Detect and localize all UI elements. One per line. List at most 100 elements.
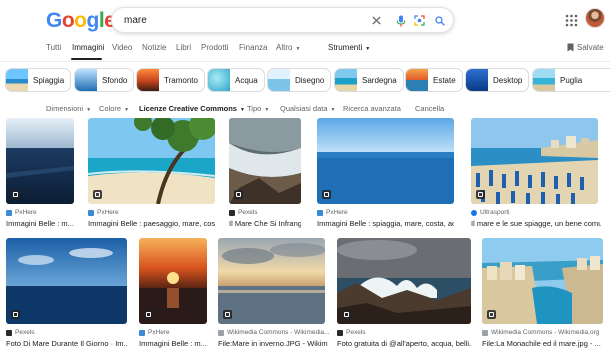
tab-tutti[interactable]: Tutti (46, 43, 61, 52)
result-caption[interactable]: Immagini Belle : paesaggio, mare, cos... (88, 219, 215, 228)
source-favicon-icon (218, 329, 224, 336)
source-label: PxHere (148, 329, 170, 336)
camera-lens-icon[interactable] (412, 13, 427, 28)
result-source[interactable]: PxHere (139, 329, 170, 336)
filter-label: Tipo (247, 104, 262, 113)
google-logo[interactable]: Google (46, 9, 116, 33)
source-label: Wikimedia Commons - Wikimedia... (227, 329, 330, 336)
chip-tramonto[interactable]: Tramonto (136, 68, 205, 92)
result-source[interactable]: Pexels (337, 329, 366, 336)
image-badge-icon (11, 310, 20, 319)
result-image[interactable] (6, 238, 127, 324)
avatar[interactable] (585, 8, 605, 28)
result-caption[interactable]: Foto Di Mare Durante Il Giorno · Im... (6, 339, 127, 348)
logo-letter: G (46, 9, 62, 32)
result-caption[interactable]: Foto gratuita di @all'aperto, acqua, bel… (337, 339, 471, 348)
filter-data[interactable]: Qualsiasi data ▼ (280, 104, 335, 113)
result-source[interactable]: Pexels (6, 329, 35, 336)
chip-label: Desktop (493, 75, 523, 85)
filter-label: Dimensioni (46, 104, 84, 113)
result-caption[interactable]: Immagini Belle : m... (139, 339, 207, 348)
result-image[interactable] (337, 238, 471, 324)
source-favicon-icon (471, 209, 477, 216)
filter-dimensioni[interactable]: Dimensioni ▼ (46, 104, 91, 113)
result-image[interactable] (139, 238, 207, 324)
source-label: Wikimedia Commons - Wikimedia.org (491, 329, 600, 336)
chip-label: Disegno (295, 75, 325, 85)
chip-label: Estate (433, 75, 456, 85)
result-image[interactable] (6, 118, 74, 204)
chip-sardegna[interactable]: Sardegna (334, 68, 404, 92)
result-source[interactable]: Wikimedia Commons - Wikimedia... (218, 329, 330, 336)
clear-icon[interactable] (369, 13, 384, 28)
microphone-icon[interactable] (393, 13, 408, 28)
result-caption[interactable]: Il mare e le sue spiagge, un bene comu..… (471, 219, 601, 228)
source-label: Ultrasporti (480, 209, 510, 216)
result-image[interactable] (317, 118, 454, 204)
chip-desktop[interactable]: Desktop (465, 68, 530, 92)
result-source[interactable]: PxHere (317, 209, 348, 216)
result-caption[interactable]: File:La Monachile ed il mare.jpg - ... (482, 339, 606, 348)
tab-libri[interactable]: Libri (176, 43, 191, 52)
filter-licenze[interactable]: Licenze Creative Commons ▼ (139, 104, 245, 113)
result-source[interactable]: PxHere (88, 209, 119, 216)
chip-estate[interactable]: Estate (405, 68, 463, 92)
source-favicon-icon (6, 329, 12, 336)
filter-colore[interactable]: Colore ▼ (99, 104, 129, 113)
result-source[interactable]: Ultrasporti (471, 209, 510, 216)
result-caption[interactable]: File:Mare in inverno.JPG - Wikimedia... (218, 339, 328, 348)
chip-sfondo[interactable]: Sfondo (74, 68, 135, 92)
tools-menu[interactable]: Strumenti ▼ (328, 43, 370, 52)
chip-thumbnail (335, 69, 357, 91)
result-image[interactable] (482, 238, 603, 324)
source-favicon-icon (317, 209, 323, 216)
search-icon[interactable] (432, 13, 447, 28)
saved-link[interactable]: Salvate (567, 43, 604, 52)
chevron-down-icon: ▼ (295, 46, 301, 52)
result-image[interactable] (88, 118, 215, 204)
tab-altro-label: Altro (276, 43, 293, 52)
chip-thumbnail (466, 69, 488, 91)
result-source[interactable]: Pexels (229, 209, 258, 216)
chevron-down-icon: ▼ (239, 107, 245, 113)
source-favicon-icon (6, 209, 12, 216)
filter-tipo[interactable]: Tipo ▼ (247, 104, 269, 113)
chip-thumbnail (268, 69, 290, 91)
source-label: PxHere (326, 209, 348, 216)
tab-notizie[interactable]: Notizie (142, 43, 166, 52)
chip-puglia[interactable]: Puglia (532, 68, 610, 92)
result-image[interactable] (471, 118, 598, 204)
logo-letter: o (61, 9, 75, 32)
advanced-search-link[interactable]: Ricerca avanzata (343, 104, 401, 113)
chevron-down-icon: ▼ (86, 107, 92, 113)
search-box (111, 7, 454, 33)
chip-label: Tramonto (164, 75, 198, 85)
result-caption[interactable]: Immagini Belle : m... (6, 219, 74, 228)
chip-disegno[interactable]: Disegno (267, 68, 332, 92)
source-label: Pexels (15, 329, 35, 336)
tab-video[interactable]: Video (112, 43, 132, 52)
chip-spiaggia[interactable]: Spiaggia (5, 68, 72, 92)
filter-label: Colore (99, 104, 122, 113)
apps-grid-icon[interactable] (565, 14, 578, 27)
result-caption[interactable]: Il Mare Che Si Infrang... (229, 219, 301, 228)
chip-thumbnail (137, 69, 159, 91)
result-caption[interactable]: Immagini Belle : spiaggia, mare, costa, … (317, 219, 454, 228)
clear-filters-link[interactable]: Cancella (415, 104, 444, 113)
chip-label: Sfondo (102, 75, 128, 85)
tab-immagini[interactable]: Immagini (72, 43, 104, 52)
result-source[interactable]: Wikimedia Commons - Wikimedia.org (482, 329, 599, 336)
result-image[interactable] (229, 118, 301, 204)
image-badge-icon (144, 310, 153, 319)
tab-altro[interactable]: Altro ▼ (276, 43, 300, 52)
result-source[interactable]: PxHere (6, 209, 37, 216)
chip-thumbnail (533, 69, 555, 91)
logo-letter: o (74, 9, 87, 32)
search-input[interactable] (124, 13, 344, 28)
tab-finanza[interactable]: Finanza (239, 43, 267, 52)
result-image[interactable] (218, 238, 325, 324)
chip-thumbnail (406, 69, 428, 91)
image-badge-icon (487, 310, 496, 319)
tab-prodotti[interactable]: Prodotti (201, 43, 229, 52)
chip-acqua[interactable]: Acqua (207, 68, 265, 92)
